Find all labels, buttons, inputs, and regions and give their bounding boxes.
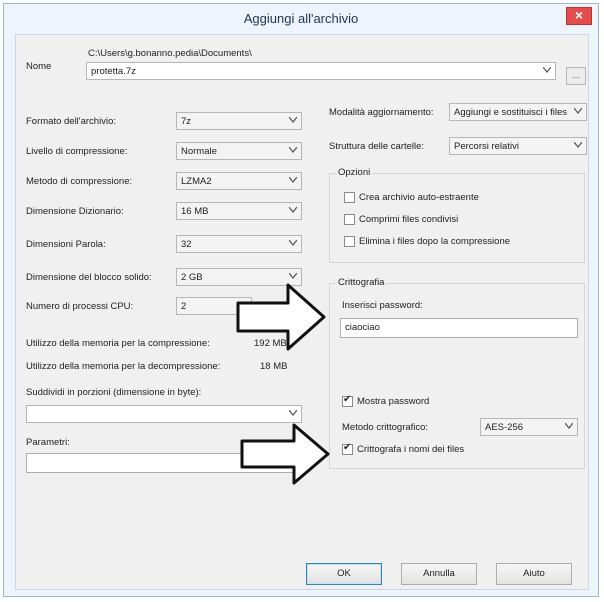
crittografia-title: Crittografia (336, 277, 387, 288)
formato-select[interactable]: 7z (176, 112, 302, 130)
mostra-password-checkbox[interactable]: Mostra password (342, 394, 430, 407)
chevron-down-icon (574, 108, 582, 116)
parola-select[interactable]: 32 (176, 235, 302, 253)
parola-value: 32 (181, 239, 192, 250)
checkbox-icon (344, 214, 355, 225)
checkbox-icon (344, 192, 355, 203)
blocco-label: Dimensione del blocco solido: (26, 272, 152, 283)
arrow-annotation-icon (240, 423, 330, 485)
password-input[interactable]: ciaociao (340, 318, 578, 338)
chevron-down-icon (289, 177, 297, 185)
aiuto-button[interactable]: Aiuto (496, 563, 572, 585)
cpu-label: Numero di processi CPU: (26, 301, 134, 312)
struttura-value: Percorsi relativi (454, 141, 519, 152)
suddividi-label: Suddividi in porzioni (dimensione in byt… (26, 387, 202, 398)
formato-label: Formato dell'archivio: (26, 116, 116, 127)
modalita-label: Modalità aggiornamento: (329, 107, 434, 118)
struttura-select[interactable]: Percorsi relativi (449, 137, 587, 155)
blocco-value: 2 GB (181, 272, 203, 283)
arrow-annotation-icon (236, 283, 326, 351)
metodo-value: LZMA2 (181, 176, 212, 187)
chevron-down-icon (289, 207, 297, 215)
checkbox-icon (344, 236, 355, 247)
archive-path: C:\Users\g.bonanno.pedia\Documents\ (88, 48, 252, 59)
crittografa-nomi-label: Crittografa i nomi dei files (357, 444, 465, 455)
mem-comp-label: Utilizzo della memoria per la compressio… (26, 338, 210, 349)
modalita-select[interactable]: Aggiungi e sostituisci i files (449, 103, 587, 121)
formato-value: 7z (181, 116, 192, 127)
mem-decomp-label: Utilizzo della memoria per la decompress… (26, 361, 221, 372)
opzioni-title: Opzioni (336, 167, 373, 178)
browse-button[interactable]: ... (566, 67, 586, 85)
opt-elimina-label: Elimina i files dopo la compressione (359, 236, 511, 247)
archive-name-combo[interactable]: protetta.7z (86, 62, 556, 80)
dizionario-select[interactable]: 16 MB (176, 202, 302, 220)
cpu-value: 2 (181, 301, 187, 312)
struttura-label: Struttura delle cartelle: (329, 141, 425, 152)
checkbox-checked-icon (342, 442, 353, 455)
livello-label: Livello di compressione: (26, 146, 128, 157)
metodo-select[interactable]: LZMA2 (176, 172, 302, 190)
metodo-crit-value: AES-256 (485, 422, 524, 433)
annulla-button[interactable]: Annulla (401, 563, 477, 585)
chevron-down-icon (289, 240, 297, 248)
crittografia-group: Crittografia Inserisci password: ciaocia… (329, 277, 585, 469)
opt-elimina-checkbox[interactable]: Elimina i files dopo la compressione (344, 236, 510, 247)
chevron-down-icon (289, 147, 297, 155)
dizionario-value: 16 MB (181, 206, 209, 217)
chevron-down-icon (289, 117, 297, 125)
crittografa-nomi-checkbox[interactable]: Crittografa i nomi dei files (342, 442, 465, 455)
parola-label: Dimensioni Parola: (26, 239, 106, 250)
ok-button[interactable]: OK (306, 563, 382, 585)
chevron-down-icon (565, 423, 573, 431)
chevron-down-icon (289, 273, 297, 281)
metodo-label: Metodo di compressione: (26, 176, 133, 187)
window-title: Aggiungi all'archivio (243, 11, 359, 26)
mostra-password-label: Mostra password (357, 396, 430, 407)
mem-decomp-value: 18 MB (260, 361, 288, 372)
opzioni-group: Opzioni Crea archivio auto-estraente Com… (329, 167, 585, 263)
opt-sfx-label: Crea archivio auto-estraente (359, 192, 479, 203)
chevron-down-icon (574, 142, 582, 150)
checkbox-checked-icon (342, 394, 353, 407)
title-bar[interactable]: Aggiungi all'archivio × (4, 4, 598, 34)
opt-condivisi-label: Comprimi files condivisi (359, 214, 459, 225)
metodo-crit-select[interactable]: AES-256 (480, 418, 578, 436)
archive-name-value: protetta.7z (91, 66, 136, 77)
opt-sfx-checkbox[interactable]: Crea archivio auto-estraente (344, 192, 479, 203)
nome-label: Nome (26, 61, 52, 72)
metodo-crit-label: Metodo crittografico: (342, 422, 429, 433)
modalita-value: Aggiungi e sostituisci i files (454, 107, 567, 118)
chevron-down-icon (543, 67, 551, 75)
livello-value: Normale (181, 146, 217, 157)
password-label: Inserisci password: (342, 300, 423, 311)
parametri-label: Parametri: (26, 437, 70, 448)
livello-select[interactable]: Normale (176, 142, 302, 160)
suddividi-combo[interactable] (26, 405, 302, 423)
chevron-down-icon (289, 410, 297, 418)
opt-condivisi-checkbox[interactable]: Comprimi files condivisi (344, 214, 458, 225)
dizionario-label: Dimensione Dizionario: (26, 206, 124, 217)
close-button[interactable]: × (566, 7, 592, 25)
